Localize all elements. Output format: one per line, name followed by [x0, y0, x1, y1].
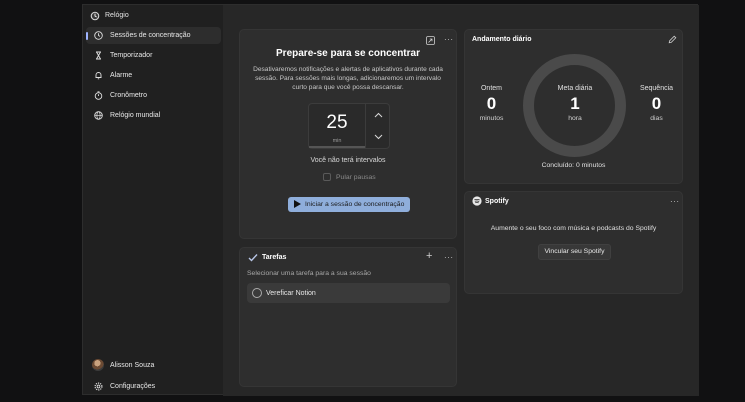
- globe-icon: [94, 111, 103, 120]
- tasks-card: Tarefas + ··· Selecionar uma tarefa para…: [239, 247, 457, 387]
- user-name: Alisson Souza: [110, 362, 155, 369]
- streak-stat: Sequência 0 dias: [633, 85, 680, 122]
- spotify-message: Aumente o seu foco com música e podcasts…: [490, 225, 657, 232]
- more-options-button[interactable]: ···: [444, 35, 454, 44]
- app-window: Relógio ─ ☐ ✕ Sessões de concentração Te…: [82, 4, 699, 396]
- tasks-prompt: Selecionar uma tarefa para a sua sessão: [247, 270, 371, 277]
- focus-description: Desativaremos notificações e alertas de …: [240, 66, 456, 92]
- daily-goal-unit: hora: [568, 115, 582, 122]
- sidebar-item-focus-sessions[interactable]: Sessões de concentração: [86, 27, 221, 44]
- streak-value: 0: [651, 94, 662, 113]
- spotify-title: Spotify: [485, 198, 509, 205]
- duration-arrows: [365, 104, 390, 148]
- gear-icon: [94, 382, 103, 391]
- yesterday-stat: Ontem 0 minutos: [469, 85, 514, 122]
- tasks-more-button[interactable]: ···: [444, 253, 454, 262]
- app-title: Relógio: [105, 12, 129, 19]
- breaks-info: Você não terá intervalos: [310, 157, 386, 164]
- streak-label: Sequência: [639, 85, 674, 92]
- main-content: ··· Prepare-se para se concentrar Desati…: [223, 5, 699, 396]
- sidebar-item-world-clock[interactable]: Relógio mundial: [86, 107, 221, 124]
- sidebar-item-label: Relógio mundial: [110, 112, 161, 119]
- description-line: Desativaremos notificações e alertas de …: [253, 66, 443, 73]
- start-focus-label: Iniciar a sessão de concentração: [305, 201, 405, 208]
- user-profile[interactable]: Alisson Souza: [86, 357, 221, 374]
- skip-breaks-label: Pular pausas: [336, 174, 376, 181]
- sidebar-item-timer[interactable]: Temporizador: [86, 47, 221, 64]
- duration-unit: min: [332, 138, 342, 144]
- stopwatch-icon: [94, 91, 103, 100]
- duration-picker[interactable]: 25 min: [308, 103, 390, 149]
- task-item[interactable]: Vereficar Notion: [247, 283, 450, 303]
- yesterday-value: 0: [486, 94, 497, 113]
- daily-progress-card: Andamento diário Ontem 0 minutos Meta di…: [464, 29, 683, 184]
- streak-unit: dias: [650, 115, 663, 122]
- sidebar-item-label: Alarme: [110, 72, 133, 79]
- add-task-button[interactable]: +: [426, 250, 432, 262]
- sidebar-item-label: Cronômetro: [110, 92, 147, 99]
- task-label: Vereficar Notion: [266, 290, 316, 297]
- edit-icon[interactable]: [668, 35, 677, 44]
- increase-duration-button[interactable]: [374, 112, 383, 118]
- play-icon: [294, 200, 301, 208]
- daily-goal-label: Meta diária: [557, 85, 593, 92]
- daily-goal-stat: Meta diária 1 hora: [545, 85, 605, 122]
- link-spotify-button[interactable]: Vincular seu Spotify: [538, 244, 611, 260]
- description-line: sessão. Para sessões mais longas, adicio…: [255, 74, 441, 82]
- task-complete-radio[interactable]: [252, 288, 262, 298]
- bell-icon: [95, 72, 102, 80]
- settings-label: Configurações: [110, 383, 156, 390]
- spotify-more-button[interactable]: ···: [670, 197, 680, 206]
- duration-underline: [309, 146, 365, 148]
- completed-text: Concluído: 0 minutos: [541, 162, 606, 169]
- clock-app-icon: [90, 11, 100, 21]
- active-indicator: [86, 32, 88, 40]
- compact-overlay-icon[interactable]: [426, 36, 435, 45]
- hourglass-icon: [96, 51, 101, 60]
- decrease-duration-button[interactable]: [374, 134, 383, 140]
- avatar: [92, 359, 104, 371]
- tasks-title: Tarefas: [262, 254, 287, 261]
- skip-breaks-checkbox[interactable]: [323, 173, 331, 181]
- yesterday-unit: minutos: [479, 115, 504, 122]
- sidebar-item-label: Sessões de concentração: [110, 32, 191, 39]
- start-focus-button[interactable]: Iniciar a sessão de concentração: [288, 197, 410, 212]
- sidebar-item-label: Temporizador: [110, 52, 153, 59]
- daily-title: Andamento diário: [472, 36, 532, 43]
- settings-button[interactable]: Configurações: [86, 378, 221, 395]
- spotify-card: Spotify ··· Aumente o seu foco com músic…: [464, 191, 683, 294]
- focus-icon: [94, 31, 103, 40]
- duration-value: 25: [326, 112, 348, 133]
- task-check-icon: [248, 254, 258, 262]
- sidebar-item-stopwatch[interactable]: Cronômetro: [86, 87, 221, 104]
- focus-session-card: ··· Prepare-se para se concentrar Desati…: [239, 29, 457, 239]
- daily-goal-value: 1: [570, 94, 580, 113]
- focus-title: Prepare-se para se concentrar: [276, 48, 420, 59]
- sidebar: Sessões de concentração Temporizador Ala…: [83, 27, 223, 395]
- yesterday-label: Ontem: [480, 85, 502, 92]
- description-line: curto para que você possa descansar.: [292, 83, 404, 91]
- spotify-icon: [472, 196, 482, 206]
- sidebar-item-alarm[interactable]: Alarme: [86, 67, 221, 84]
